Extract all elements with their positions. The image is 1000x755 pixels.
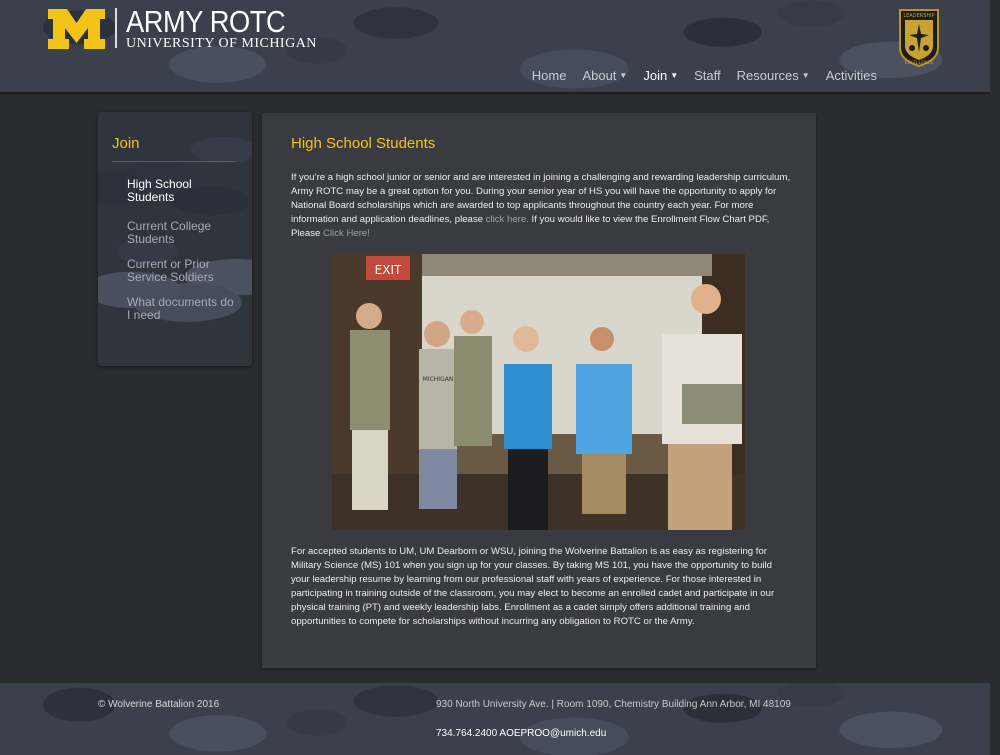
logo-title[interactable]: ARMY ROTC bbox=[126, 4, 286, 40]
footer-address: 930 North University Ave. | Room 1090, C… bbox=[436, 699, 791, 710]
nav-activities[interactable]: Activities bbox=[818, 68, 885, 83]
michigan-block-m-logo[interactable] bbox=[48, 9, 105, 49]
page-title: High School Students bbox=[291, 135, 436, 152]
sidebar-item-prior-service-soldiers[interactable]: Current or Prior Service Soldiers bbox=[127, 258, 237, 284]
intro-paragraph: If you’re a high school junior or senior… bbox=[291, 172, 791, 239]
scholarship-info-link[interactable]: click here. bbox=[486, 214, 529, 225]
footer-copyright: © Wolverine Battalion 2016 bbox=[98, 699, 220, 710]
nav-staff[interactable]: Staff bbox=[686, 68, 729, 83]
cadets-group-photo: EXIT MICHIGAN bbox=[332, 254, 745, 530]
battalion-paragraph: For accepted students to UM, UM Dearborn… bbox=[291, 546, 775, 627]
logo-subtitle[interactable]: UNIVERSITY OF MICHIGAN bbox=[126, 36, 317, 52]
nav-about[interactable]: About ▼ bbox=[574, 68, 635, 83]
sidebar-divider bbox=[112, 161, 236, 162]
main-content: High School Students If you’re a high sc… bbox=[262, 113, 816, 668]
chevron-down-icon: ▼ bbox=[619, 71, 628, 80]
sidebar-item-documents[interactable]: What documents do I need bbox=[127, 296, 237, 322]
sidebar-title: Join bbox=[112, 135, 140, 152]
enrollment-flowchart-link[interactable]: Click Here! bbox=[323, 228, 370, 239]
badge-top-text: LEADERSHIP bbox=[903, 13, 934, 19]
sidebar-item-current-college-students[interactable]: Current College Students bbox=[127, 220, 237, 246]
photo-illustration: EXIT MICHIGAN bbox=[332, 254, 745, 530]
site-footer: © Wolverine Battalion 2016 930 North Uni… bbox=[0, 683, 990, 755]
chevron-down-icon: ▼ bbox=[670, 71, 679, 80]
rotc-shield-badge-icon: LEADERSHIP EXCELLENCE bbox=[899, 9, 939, 68]
exit-sign-text: EXIT bbox=[375, 263, 402, 277]
sidebar-menu: High School Students Current College Stu… bbox=[127, 178, 237, 334]
nav-resources[interactable]: Resources ▼ bbox=[729, 68, 818, 83]
sidebar: Join High School Students Current Colleg… bbox=[98, 112, 252, 366]
nav-home[interactable]: Home bbox=[524, 68, 575, 83]
badge-bottom-text: EXCELLENCE bbox=[905, 60, 934, 66]
nav-join[interactable]: Join ▼ bbox=[635, 68, 686, 83]
footer-contact[interactable]: 734.764.2400 AOEPROO@umich.edu bbox=[436, 728, 606, 739]
main-nav: Home About ▼ Join ▼ Staff Resources ▼ Activ… bbox=[524, 68, 885, 83]
chevron-down-icon: ▼ bbox=[801, 71, 810, 80]
logo-divider bbox=[115, 8, 117, 48]
site-header: ARMY ROTC UNIVERSITY OF MICHIGAN LEADERS… bbox=[0, 0, 990, 94]
photo-shirt-text: MICHIGAN bbox=[423, 376, 454, 383]
sidebar-item-high-school-students[interactable]: High School Students bbox=[127, 178, 237, 204]
